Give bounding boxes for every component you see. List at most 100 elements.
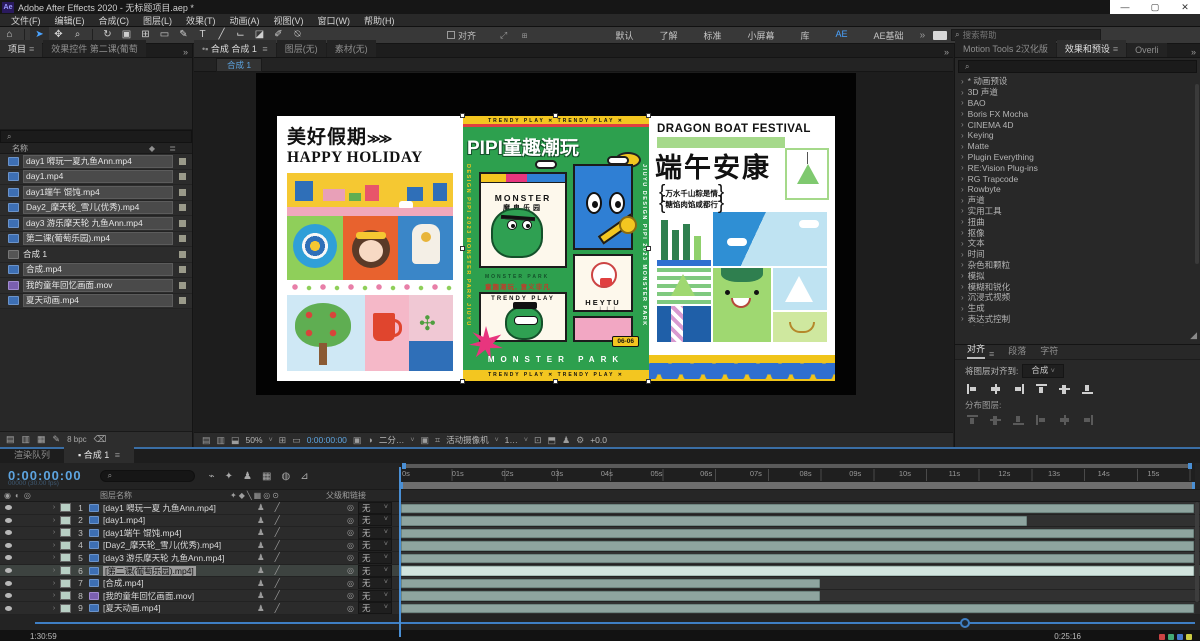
expand-arrow-icon[interactable]: › [48,605,60,612]
layer-switches[interactable]: ♟╱ [251,552,347,563]
composition-viewer[interactable]: 美好假期≫≫ HAPPY HOLIDAY [194,72,953,432]
visibility-eye-icon[interactable] [5,530,12,535]
pickwhip-icon[interactable]: ◎ [347,541,354,550]
layer-color-swatch[interactable] [60,503,71,512]
project-item-row[interactable]: 我的童年回忆画面.mov [0,278,192,294]
effects-category[interactable]: › CINEMA 4D [955,119,1195,130]
effects-category[interactable]: › 表达式控制 [955,314,1195,325]
selection-handle[interactable] [553,379,558,384]
project-item-row[interactable]: day3 游乐摩天轮 九鱼Ann.mp4 [0,216,192,232]
fast-previews-icon[interactable]: ⬒ [548,435,557,446]
tab-render-queue[interactable]: 渲染队列 [0,446,64,463]
workspace-tab[interactable]: 库 [789,29,822,42]
layer-switches[interactable]: ♟╱ [251,515,347,526]
twirl-icon[interactable]: › [961,206,964,215]
composition-canvas[interactable]: 美好假期≫≫ HAPPY HOLIDAY [256,73,856,395]
layer-color-swatch[interactable] [60,541,71,550]
layer-switches[interactable]: ♟╱ [251,578,347,589]
expand-arrow-icon[interactable]: › [48,567,60,574]
layer-bar-row[interactable] [400,577,1195,590]
twirl-icon[interactable]: › [961,185,964,194]
effects-category[interactable]: › * 动画预设 [955,76,1195,87]
expand-arrow-icon[interactable]: › [48,592,60,599]
panel-menu-icon[interactable]: ≡ [989,349,994,359]
menu-item[interactable]: 窗口(W) [311,14,358,27]
panel-menu-icon[interactable]: ≡ [262,44,267,54]
expand-icons[interactable]: ⤢ ⊞ [500,30,533,41]
twirl-icon[interactable]: › [961,250,964,259]
layer-duration-bar[interactable] [401,529,1194,539]
tab-footage[interactable]: 素材(无) [327,40,376,57]
selection-handle[interactable] [460,113,465,118]
layer-name[interactable]: [Day2_摩天轮_雪儿(优秀).mp4] [103,539,251,551]
interpret-footage-icon[interactable]: ▤ [6,434,15,445]
menu-item[interactable]: 编辑(E) [48,14,92,27]
mini-flowchart-icon[interactable]: ⌁ [209,471,215,482]
layer-name[interactable]: [我的童年回忆画面.mov] [103,590,251,602]
label-color-badge[interactable] [179,220,186,227]
parent-select[interactable]: 无˅ [358,577,392,589]
selection-handle[interactable] [460,246,465,251]
grid-guides-icon[interactable]: ⊞ [279,435,287,446]
work-area-bar[interactable] [400,482,1195,489]
label-color-badge[interactable] [179,189,186,196]
tab-project[interactable]: 项目≡ [0,40,42,57]
parent-select[interactable]: 无˅ [358,565,392,577]
workspace-tab[interactable]: AE [824,29,860,42]
label-color-badge[interactable] [179,204,186,211]
layer-color-swatch[interactable] [60,566,71,575]
visibility-eye-icon[interactable] [5,581,12,586]
pickwhip-icon[interactable]: ◎ [347,528,354,537]
timeline-search[interactable]: ⌕ [100,470,195,482]
draft-3d-icon[interactable]: ✦ [225,471,233,482]
visibility-eye-icon[interactable] [5,518,12,523]
pickwhip-icon[interactable]: ◎ [347,553,354,562]
visibility-eye-icon[interactable] [5,593,12,598]
layer-color-swatch[interactable] [60,528,71,537]
label-color-badge[interactable] [179,282,186,289]
layer-bar-row[interactable] [400,527,1195,540]
layer-switches[interactable]: ♟╱ [251,527,347,538]
menu-item[interactable]: 效果(T) [179,14,223,27]
effects-category[interactable]: › 文本 [955,238,1195,249]
new-folder-icon[interactable]: ▥ [22,434,31,445]
selection-handle[interactable] [646,113,651,118]
bit-depth-button[interactable]: 8 bpc [67,435,87,444]
twirl-icon[interactable]: › [961,325,964,326]
align-h-center-button[interactable] [990,384,1001,394]
twirl-icon[interactable]: › [961,98,964,107]
twirl-icon[interactable]: › [961,282,964,291]
layer-switches[interactable]: ♟╱ [251,603,347,614]
twirl-icon[interactable]: › [961,217,964,226]
layer-duration-bar[interactable] [401,554,1194,564]
timeline-mini-scrollbar[interactable] [402,464,1192,468]
effects-category[interactable]: › 杂色和颗粒 [955,260,1195,271]
playback-progress-line[interactable] [35,622,1195,624]
layer-duration-bar[interactable] [401,516,1027,526]
layer-color-swatch[interactable] [60,591,71,600]
expand-arrow-icon[interactable]: › [48,517,60,524]
new-composition-icon[interactable]: ▦ [37,434,46,445]
effects-category[interactable]: › 时间 [955,249,1195,260]
pixel-aspect-icon[interactable]: ⊡ [534,435,542,446]
view-layout-select[interactable]: 1… [505,435,518,445]
comp-mini-tab[interactable]: 合成 1 [216,58,262,72]
parent-select[interactable]: 无˅ [358,502,392,514]
time-ruler[interactable]: 0s01s02s03s04s05s06s07s08s09s10s11s12s13… [400,463,1195,489]
lock-icon[interactable]: •▪ [202,44,208,54]
layer-name[interactable]: [第二课(葡萄乐园).mp4] [103,565,251,577]
layer-name[interactable]: [day3 游乐摩天轮 九鱼Ann.mp4] [103,552,251,564]
mask-visibility-icon[interactable]: ▭ [292,435,301,446]
visibility-eye-icon[interactable] [5,606,12,611]
parent-select[interactable]: 无˅ [358,602,392,614]
trash-icon[interactable]: ⌫ [94,434,107,445]
align-right-button[interactable] [1013,384,1024,394]
twirl-icon[interactable]: › [961,260,964,269]
close-button[interactable]: ✕ [1170,0,1200,14]
effects-category[interactable]: › 生成 [955,303,1195,314]
cc-sync-icon[interactable] [933,31,947,40]
effects-scrollbar[interactable] [1195,84,1199,264]
pen-tool-icon[interactable]: ✎ [174,27,193,43]
align-left-button[interactable] [967,384,978,394]
twirl-icon[interactable]: › [961,109,964,118]
